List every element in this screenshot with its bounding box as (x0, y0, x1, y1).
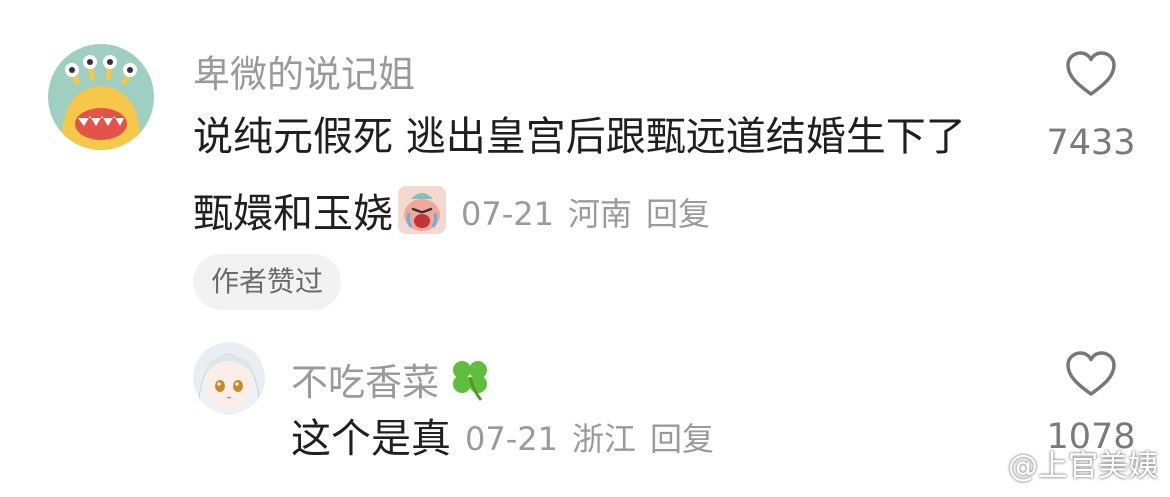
reply-reply-button[interactable]: 回复 (650, 423, 714, 455)
replier-username-row: 不吃香菜 (291, 354, 495, 410)
comment-like-count: 7433 (1046, 123, 1136, 163)
comment-date: 07-21 (461, 194, 554, 233)
comment-thread: 卑微的说记姐 说纯元假死 逃出皇宫后跟甄远道结婚生下了 甄嬛和玉娆 07-21 … (0, 0, 1170, 497)
replier-username[interactable]: 不吃香菜 (291, 364, 439, 401)
monster-avatar-icon (48, 44, 154, 150)
four-leaf-clover-icon (445, 354, 495, 410)
comment-text-line2: 甄嬛和玉娆 07-21 河南 回复 (193, 185, 710, 242)
watermark-text: @上官美姨 (1008, 449, 1158, 484)
weibo-logo-icon (962, 453, 1000, 483)
commenter-username[interactable]: 卑微的说记姐 (193, 56, 415, 93)
commenter-avatar[interactable] (48, 44, 154, 150)
crying-face-sticker-icon (397, 185, 447, 242)
replier-avatar[interactable] (193, 342, 265, 414)
reply-like-button[interactable]: 1078 (1036, 350, 1146, 455)
comment-text-line2-content: 甄嬛和玉娆 (193, 190, 393, 237)
reply-location: 浙江 (571, 420, 636, 458)
reply-date: 07-21 (465, 420, 558, 458)
comment-location: 河南 (567, 194, 632, 233)
comment-text-line1: 说纯元假死 逃出皇宫后跟甄远道结婚生下了 (193, 114, 966, 160)
heart-icon (1066, 51, 1116, 96)
reply-text: 这个是真 (291, 416, 451, 462)
anime-girl-avatar-icon (193, 342, 265, 414)
heart-icon (1066, 351, 1116, 396)
watermark: @上官美姨 (962, 451, 1158, 483)
reply-text-row: 这个是真 07-21 浙江 回复 (291, 419, 714, 459)
reply-button[interactable]: 回复 (646, 198, 710, 230)
comment-like-button[interactable]: 7433 (1036, 50, 1146, 161)
author-liked-badge: 作者赞过 (193, 254, 342, 310)
